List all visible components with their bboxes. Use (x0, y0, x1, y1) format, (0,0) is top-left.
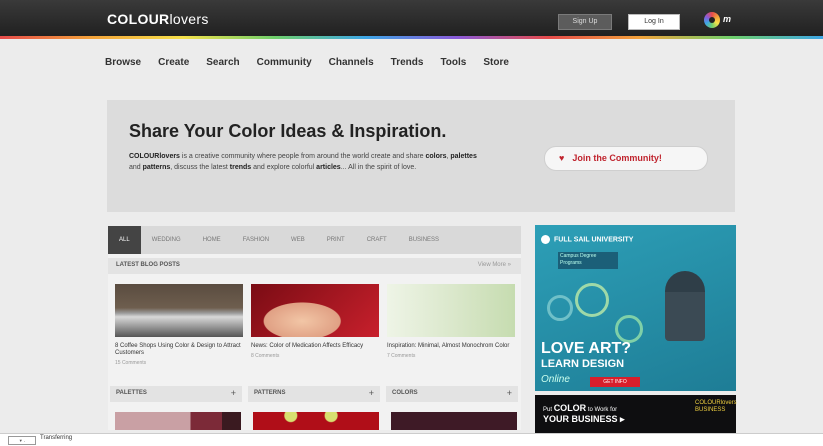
nav-store[interactable]: Store (483, 57, 509, 68)
color-stripe (0, 36, 823, 39)
nav-search[interactable]: Search (206, 57, 239, 68)
link-trends[interactable]: trends (230, 164, 251, 171)
ad-brand: FULL SAIL UNIVERSITY (541, 235, 633, 244)
ad2-your-business: YOUR BUSINESS ▸ (543, 414, 625, 424)
palettes-header: PALETTES + (110, 386, 242, 402)
ad2-small2: to Work for (586, 407, 618, 413)
hero-banner: Share Your Color Ideas & Inspiration. CO… (107, 100, 735, 212)
palette-swatch[interactable] (115, 412, 241, 430)
link-palettes[interactable]: palettes (450, 153, 476, 160)
ad2-right-2: BUSINESS (695, 407, 726, 413)
nav-community[interactable]: Community (257, 57, 312, 68)
tab-fashion[interactable]: FASHION (232, 226, 280, 254)
patterns-header: PATTERNS + (248, 386, 380, 402)
pattern-swatch[interactable] (253, 412, 379, 430)
status-icon[interactable]: ▼ - (8, 436, 36, 445)
nav-channels[interactable]: Channels (329, 57, 374, 68)
category-tabs: ALL WEDDING HOME FASHION WEB PRINT CRAFT… (108, 226, 521, 254)
content-panel: ALL WEDDING HOME FASHION WEB PRINT CRAFT… (108, 226, 521, 430)
hero-description: COLOURlovers is a creative community whe… (129, 151, 489, 173)
signup-button[interactable]: Sign Up (558, 14, 612, 30)
hero-text-a: is a creative community where people fro… (179, 153, 426, 160)
nav-create[interactable]: Create (158, 57, 189, 68)
ad2-small: Put (543, 407, 554, 413)
tab-home[interactable]: HOME (192, 226, 232, 254)
ad-online: Online (541, 374, 570, 385)
heart-icon: ♥ (559, 153, 565, 163)
ad2-color: COLOR (553, 403, 587, 413)
post-meta: 8 Comments (251, 353, 280, 359)
nav-tools[interactable]: Tools (440, 57, 466, 68)
site-logo[interactable]: COLOURlovers (107, 11, 209, 27)
ad-headline-2: LEARN DESIGN (541, 358, 625, 370)
hero-text-d: ... All in the spirit of love. (340, 164, 417, 171)
tab-wedding[interactable]: WEDDING (141, 226, 192, 254)
business-ad-right: COLOURlovers BUSINESS (695, 400, 737, 414)
post-caption[interactable]: Inspiration: Minimal, Almost Monochrom C… (387, 343, 515, 350)
link-patterns[interactable]: patterns (143, 164, 171, 171)
view-more-link[interactable]: View More » (478, 262, 511, 268)
ad2-right-1: COLOURlovers (695, 400, 737, 406)
link-colors[interactable]: colors (425, 153, 446, 160)
colors-title[interactable]: COLORS (392, 390, 418, 396)
business-ad-text: Put COLOR to Work for YOUR BUSINESS ▸ (543, 404, 625, 424)
hero-brand: COLOURlovers (129, 153, 180, 160)
nav-trends[interactable]: Trends (391, 57, 424, 68)
ad-figure-illustration (665, 271, 705, 341)
join-label: Join the Community! (572, 153, 662, 163)
ad-decor-circle (575, 283, 609, 317)
advertisement[interactable]: FULL SAIL UNIVERSITY Campus Degree Progr… (535, 225, 736, 391)
brand-mark-text: m (723, 14, 732, 24)
tab-all[interactable]: ALL (108, 226, 141, 254)
browser-status-bar: ▼ - Transferring (0, 433, 823, 446)
colour-wheel-icon[interactable] (704, 12, 720, 28)
colors-expand-icon[interactable]: + (507, 388, 512, 398)
ad-cta-button[interactable]: GET INFO (590, 377, 640, 387)
post-thumbnail[interactable] (251, 284, 379, 337)
ad-decor-circle (615, 315, 643, 343)
palettes-title[interactable]: PALETTES (116, 390, 147, 396)
hero-and: and (129, 164, 143, 171)
blog-post[interactable]: 8 Coffee Shops Using Color & Design to A… (115, 284, 243, 366)
latest-posts-title: LATEST BLOG POSTS (116, 262, 180, 268)
post-caption[interactable]: News: Color of Medication Affects Effica… (251, 343, 379, 350)
main-nav: Browse Create Search Community Channels … (105, 57, 526, 68)
hero-title: Share Your Color Ideas & Inspiration. (129, 121, 447, 141)
post-meta: 15 Comments (115, 360, 147, 366)
link-articles[interactable]: articles (316, 164, 341, 171)
logo-bold: COLOUR (107, 11, 170, 27)
color-swatch[interactable] (391, 412, 517, 430)
blog-post[interactable]: Inspiration: Minimal, Almost Monochrom C… (387, 284, 515, 359)
tab-web[interactable]: WEB (280, 226, 316, 254)
hero-text-b: , discuss the latest (170, 164, 230, 171)
tab-print[interactable]: PRINT (316, 226, 356, 254)
colors-header: COLORS + (386, 386, 518, 402)
status-text: Transferring (40, 435, 73, 441)
post-thumbnail[interactable] (115, 284, 243, 337)
patterns-expand-icon[interactable]: + (369, 388, 374, 398)
business-ad[interactable]: Put COLOR to Work for YOUR BUSINESS ▸ COL… (535, 395, 737, 435)
hero-text-c: and explore colorful (251, 164, 317, 171)
join-community-button[interactable]: ♥ Join the Community! (544, 146, 708, 171)
post-caption[interactable]: 8 Coffee Shops Using Color & Design to A… (115, 343, 243, 357)
ad-decor-circle (547, 295, 573, 321)
login-button[interactable]: Log In (628, 14, 680, 30)
tab-craft[interactable]: CRAFT (356, 226, 398, 254)
nav-browse[interactable]: Browse (105, 57, 141, 68)
top-bar: COLOURlovers Sign Up Log In m (0, 0, 823, 38)
ad-subtitle: Campus Degree Programs (558, 252, 618, 269)
post-meta: 7 Comments (387, 353, 416, 359)
palettes-expand-icon[interactable]: + (231, 388, 236, 398)
ad-headline-1: LOVE ART? (541, 340, 632, 357)
blog-post[interactable]: News: Color of Medication Affects Effica… (251, 284, 379, 359)
post-thumbnail[interactable] (387, 284, 515, 337)
tab-business[interactable]: BUSINESS (398, 226, 450, 254)
patterns-title[interactable]: PATTERNS (254, 390, 285, 396)
logo-thin: lovers (169, 11, 209, 27)
latest-posts-header: LATEST BLOG POSTS View More » (108, 258, 521, 274)
